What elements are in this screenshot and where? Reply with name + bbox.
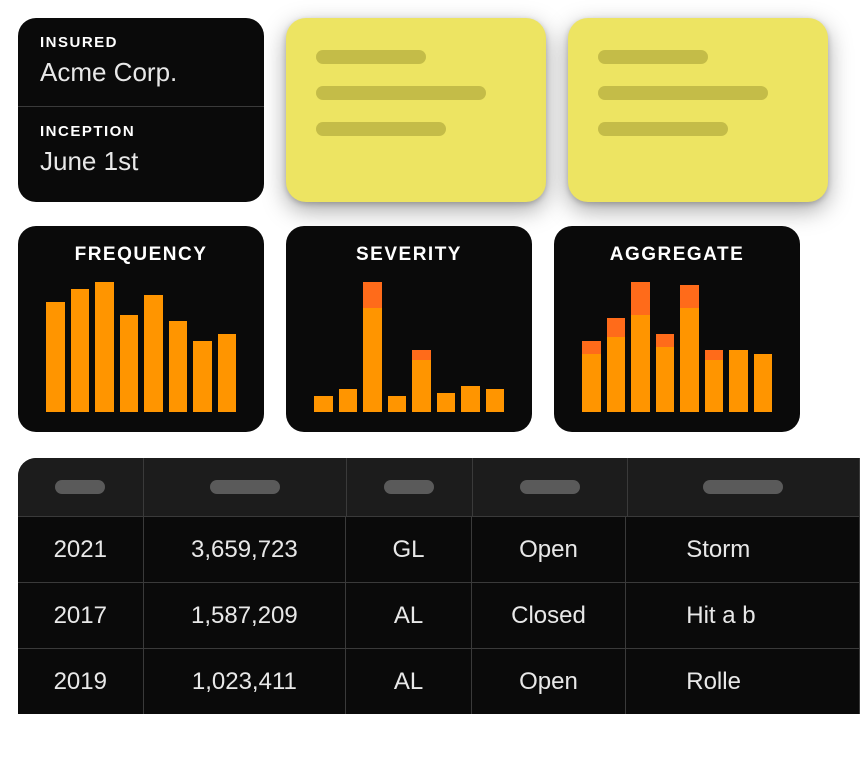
chart-bar xyxy=(729,282,748,412)
chart-bars xyxy=(572,282,782,412)
chart-bar xyxy=(339,282,358,412)
chart-bar xyxy=(120,282,139,412)
insured-label: INSURED xyxy=(40,34,242,51)
table-row[interactable]: 2021 3,659,723 GL Open Storm xyxy=(18,516,860,582)
sticky-line-icon xyxy=(598,50,708,64)
sticky-line-icon xyxy=(316,50,426,64)
chart-bar xyxy=(631,282,650,412)
cell-code: GL xyxy=(346,517,472,582)
chart-bar xyxy=(218,282,237,412)
chart-bar xyxy=(193,282,212,412)
cell-amount: 3,659,723 xyxy=(144,517,347,582)
chart-bar xyxy=(461,282,480,412)
chart-bar xyxy=(437,282,456,412)
chart-bar xyxy=(314,282,333,412)
cell-desc: Rolle xyxy=(626,649,860,714)
chart-bar xyxy=(95,282,114,412)
chart-frequency[interactable]: FREQUENCY xyxy=(18,226,264,432)
chart-bar xyxy=(582,282,601,412)
table-header-cell[interactable] xyxy=(628,458,860,516)
chart-bar xyxy=(169,282,188,412)
chart-bar xyxy=(46,282,65,412)
sticky-note[interactable] xyxy=(286,18,546,202)
chart-bar xyxy=(388,282,407,412)
info-card: INSURED Acme Corp. INCEPTION June 1st xyxy=(18,18,264,202)
table-header-cell[interactable] xyxy=(144,458,347,516)
chart-title: SEVERITY xyxy=(304,244,514,266)
chart-title: AGGREGATE xyxy=(572,244,782,266)
cell-year: 2017 xyxy=(18,583,144,648)
sticky-line-icon xyxy=(598,122,728,136)
chart-bars xyxy=(36,282,246,412)
sticky-line-icon xyxy=(316,86,486,100)
sticky-line-icon xyxy=(316,122,446,136)
chart-bars xyxy=(304,282,514,412)
cell-status: Open xyxy=(472,649,626,714)
inception-label: INCEPTION xyxy=(40,123,242,140)
chart-title: FREQUENCY xyxy=(36,244,246,266)
data-table: 2021 3,659,723 GL Open Storm 2017 1,587,… xyxy=(18,458,860,714)
chart-bar xyxy=(705,282,724,412)
sticky-note[interactable] xyxy=(568,18,828,202)
header-pill-icon xyxy=(703,480,783,494)
chart-bar xyxy=(363,282,382,412)
sticky-line-icon xyxy=(598,86,768,100)
table-row[interactable]: 2017 1,587,209 AL Closed Hit a b xyxy=(18,582,860,648)
header-pill-icon xyxy=(384,480,434,494)
inception-value: June 1st xyxy=(40,146,242,177)
cell-code: AL xyxy=(346,649,472,714)
top-row: INSURED Acme Corp. INCEPTION June 1st xyxy=(18,18,860,202)
table-header-cell[interactable] xyxy=(473,458,628,516)
chart-severity[interactable]: SEVERITY xyxy=(286,226,532,432)
chart-bar xyxy=(71,282,90,412)
chart-bar xyxy=(607,282,626,412)
cell-desc: Hit a b xyxy=(626,583,860,648)
insured-value: Acme Corp. xyxy=(40,57,242,88)
insured-section: INSURED Acme Corp. xyxy=(18,18,264,106)
chart-bar xyxy=(486,282,505,412)
inception-section: INCEPTION June 1st xyxy=(18,106,264,195)
cell-amount: 1,023,411 xyxy=(144,649,347,714)
cell-status: Closed xyxy=(472,583,626,648)
charts-row: FREQUENCY SEVERITY AGGREGATE xyxy=(18,226,860,432)
chart-aggregate[interactable]: AGGREGATE xyxy=(554,226,800,432)
table-header-cell[interactable] xyxy=(347,458,473,516)
chart-bar xyxy=(144,282,163,412)
chart-bar xyxy=(412,282,431,412)
chart-bar xyxy=(656,282,675,412)
cell-status: Open xyxy=(472,517,626,582)
header-pill-icon xyxy=(55,480,105,494)
header-pill-icon xyxy=(210,480,280,494)
header-pill-icon xyxy=(520,480,580,494)
table-header xyxy=(18,458,860,516)
table-row[interactable]: 2019 1,023,411 AL Open Rolle xyxy=(18,648,860,714)
chart-bar xyxy=(754,282,773,412)
cell-desc: Storm xyxy=(626,517,860,582)
chart-bar xyxy=(680,282,699,412)
cell-year: 2021 xyxy=(18,517,144,582)
table-header-cell[interactable] xyxy=(18,458,144,516)
cell-amount: 1,587,209 xyxy=(144,583,347,648)
cell-code: AL xyxy=(346,583,472,648)
cell-year: 2019 xyxy=(18,649,144,714)
